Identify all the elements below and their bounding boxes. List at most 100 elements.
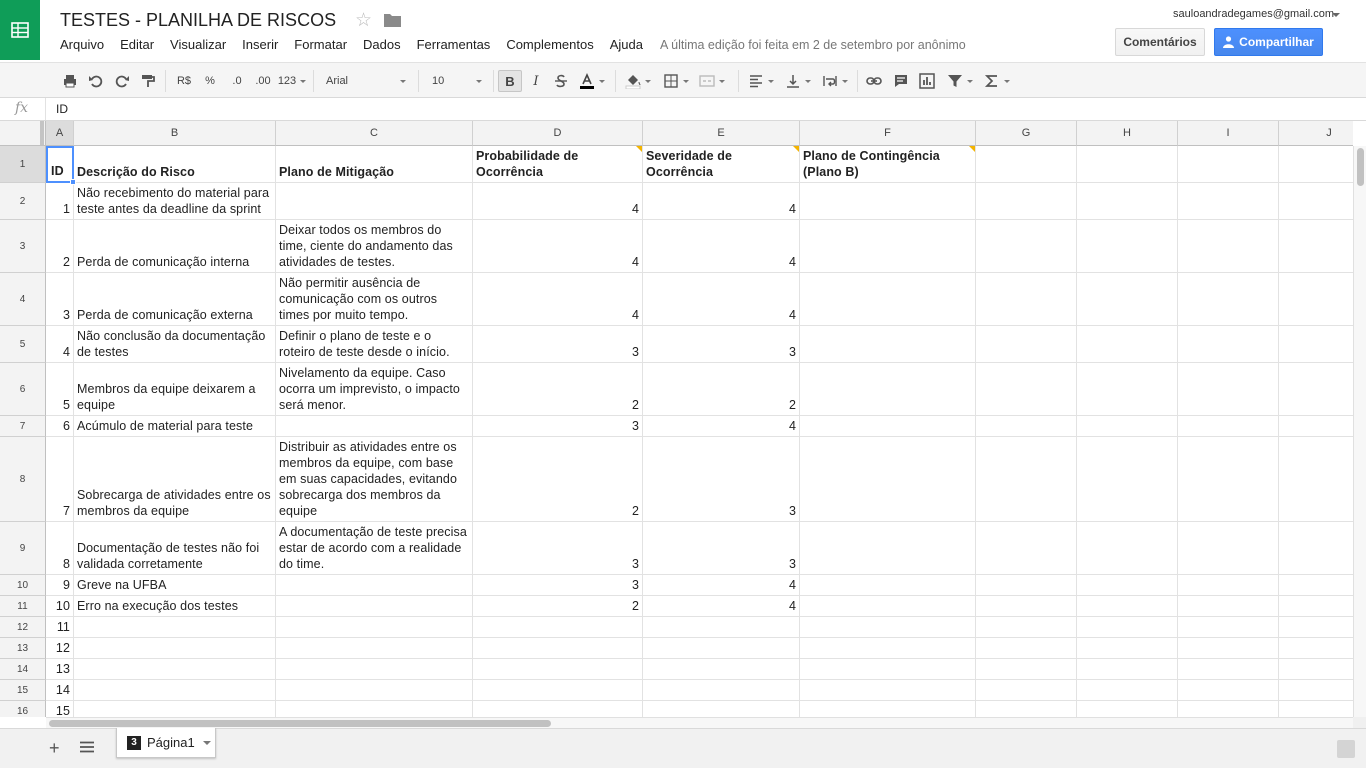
table-cell[interactable] bbox=[1279, 363, 1353, 416]
table-cell[interactable] bbox=[1279, 680, 1353, 701]
table-cell[interactable] bbox=[800, 416, 976, 437]
table-cell[interactable]: 4 bbox=[46, 326, 74, 363]
row-header[interactable]: 14 bbox=[0, 659, 46, 680]
table-cell[interactable]: 3 bbox=[643, 437, 800, 522]
table-cell[interactable]: Documentação de testes não foi validada … bbox=[74, 522, 276, 575]
table-cell[interactable] bbox=[1077, 596, 1178, 617]
paint-format-icon[interactable] bbox=[139, 70, 157, 92]
table-cell[interactable]: 4 bbox=[643, 416, 800, 437]
currency-format-button[interactable]: R$ bbox=[173, 70, 195, 92]
menu-dados[interactable]: Dados bbox=[363, 37, 401, 52]
table-cell[interactable] bbox=[1279, 617, 1353, 638]
table-cell[interactable] bbox=[1279, 596, 1353, 617]
table-cell[interactable] bbox=[1178, 220, 1279, 273]
table-cell[interactable] bbox=[976, 363, 1077, 416]
table-cell[interactable] bbox=[1279, 522, 1353, 575]
table-cell[interactable]: 3 bbox=[46, 273, 74, 326]
column-header[interactable]: C bbox=[276, 121, 473, 146]
table-cell[interactable] bbox=[1077, 617, 1178, 638]
row-header[interactable]: 15 bbox=[0, 680, 46, 701]
table-cell[interactable]: Definir o plano de teste e o roteiro de … bbox=[276, 326, 473, 363]
table-cell[interactable] bbox=[276, 416, 473, 437]
table-cell[interactable] bbox=[74, 638, 276, 659]
header-cell[interactable]: Descrição do Risco bbox=[74, 146, 276, 183]
table-cell[interactable] bbox=[1077, 659, 1178, 680]
table-cell[interactable]: 2 bbox=[473, 437, 643, 522]
menu-ferramentas[interactable]: Ferramentas bbox=[417, 37, 491, 52]
text-color-dropdown[interactable] bbox=[576, 70, 608, 92]
table-cell[interactable]: 1 bbox=[46, 183, 74, 220]
table-cell[interactable] bbox=[1077, 680, 1178, 701]
header-cell[interactable]: Plano de Mitigação bbox=[276, 146, 473, 183]
table-cell[interactable]: Greve na UFBA bbox=[74, 575, 276, 596]
last-edit-link[interactable]: A última edição foi feita em 2 de setemb… bbox=[660, 38, 966, 52]
menu-arquivo[interactable]: Arquivo bbox=[60, 37, 104, 52]
sheet-tab-pagina1[interactable]: 3 Página1 bbox=[116, 728, 216, 758]
table-cell[interactable] bbox=[976, 437, 1077, 522]
vertical-align-dropdown[interactable] bbox=[782, 70, 814, 92]
table-cell[interactable] bbox=[976, 416, 1077, 437]
horizontal-align-dropdown[interactable] bbox=[745, 70, 777, 92]
table-cell[interactable] bbox=[1178, 522, 1279, 575]
fill-handle[interactable] bbox=[70, 179, 76, 185]
table-cell[interactable] bbox=[976, 183, 1077, 220]
table-cell[interactable]: 8 bbox=[46, 522, 74, 575]
table-cell[interactable]: Sobrecarga de atividades entre os membro… bbox=[74, 437, 276, 522]
table-cell[interactable] bbox=[1279, 273, 1353, 326]
table-cell[interactable] bbox=[800, 638, 976, 659]
table-cell[interactable] bbox=[74, 659, 276, 680]
select-all-corner[interactable] bbox=[0, 121, 46, 146]
table-cell[interactable] bbox=[800, 363, 976, 416]
table-cell[interactable]: 4 bbox=[473, 273, 643, 326]
header-cell[interactable] bbox=[976, 146, 1077, 183]
explore-icon[interactable] bbox=[1337, 740, 1355, 758]
table-cell[interactable] bbox=[976, 680, 1077, 701]
table-cell[interactable]: 2 bbox=[473, 596, 643, 617]
table-cell[interactable] bbox=[1077, 273, 1178, 326]
table-cell[interactable]: 6 bbox=[46, 416, 74, 437]
functions-dropdown[interactable] bbox=[982, 70, 1012, 92]
table-cell[interactable] bbox=[976, 638, 1077, 659]
table-cell[interactable] bbox=[800, 659, 976, 680]
table-cell[interactable] bbox=[1178, 416, 1279, 437]
column-header[interactable]: G bbox=[976, 121, 1077, 146]
vertical-scrollbar[interactable] bbox=[1353, 146, 1366, 717]
header-cell[interactable]: ID bbox=[46, 146, 74, 183]
row-header[interactable]: 2 bbox=[0, 183, 46, 220]
table-cell[interactable] bbox=[643, 701, 800, 717]
table-cell[interactable]: 3 bbox=[643, 522, 800, 575]
table-cell[interactable] bbox=[276, 701, 473, 717]
table-cell[interactable]: 5 bbox=[46, 363, 74, 416]
table-cell[interactable] bbox=[276, 575, 473, 596]
table-cell[interactable] bbox=[1077, 522, 1178, 575]
table-cell[interactable]: 4 bbox=[473, 183, 643, 220]
percent-format-button[interactable]: % bbox=[201, 70, 219, 92]
table-cell[interactable]: 3 bbox=[473, 416, 643, 437]
table-cell[interactable] bbox=[473, 701, 643, 717]
insert-link-icon[interactable] bbox=[864, 70, 884, 92]
table-cell[interactable]: Deixar todos os membros do time, ciente … bbox=[276, 220, 473, 273]
table-cell[interactable] bbox=[643, 638, 800, 659]
table-cell[interactable] bbox=[976, 220, 1077, 273]
table-cell[interactable]: 12 bbox=[46, 638, 74, 659]
table-cell[interactable] bbox=[1178, 701, 1279, 717]
table-cell[interactable] bbox=[1077, 416, 1178, 437]
increase-decimals-button[interactable]: .00 bbox=[252, 70, 274, 92]
account-email[interactable]: sauloandradegames@gmail.com bbox=[1173, 8, 1334, 20]
borders-dropdown[interactable] bbox=[661, 70, 691, 92]
table-cell[interactable]: 14 bbox=[46, 680, 74, 701]
table-cell[interactable] bbox=[643, 617, 800, 638]
all-sheets-list-icon[interactable] bbox=[80, 741, 94, 753]
column-header[interactable]: I bbox=[1178, 121, 1279, 146]
fill-color-dropdown[interactable] bbox=[622, 70, 654, 92]
table-cell[interactable]: 2 bbox=[473, 363, 643, 416]
folder-icon[interactable] bbox=[384, 12, 401, 27]
table-cell[interactable]: Erro na execução dos testes bbox=[74, 596, 276, 617]
text-wrapping-dropdown[interactable] bbox=[818, 70, 852, 92]
table-cell[interactable] bbox=[976, 659, 1077, 680]
table-cell[interactable] bbox=[800, 522, 976, 575]
menu-inserir[interactable]: Inserir bbox=[242, 37, 278, 52]
table-cell[interactable] bbox=[1279, 183, 1353, 220]
add-sheet-icon[interactable]: + bbox=[49, 738, 60, 759]
row-header[interactable]: 11 bbox=[0, 596, 46, 617]
